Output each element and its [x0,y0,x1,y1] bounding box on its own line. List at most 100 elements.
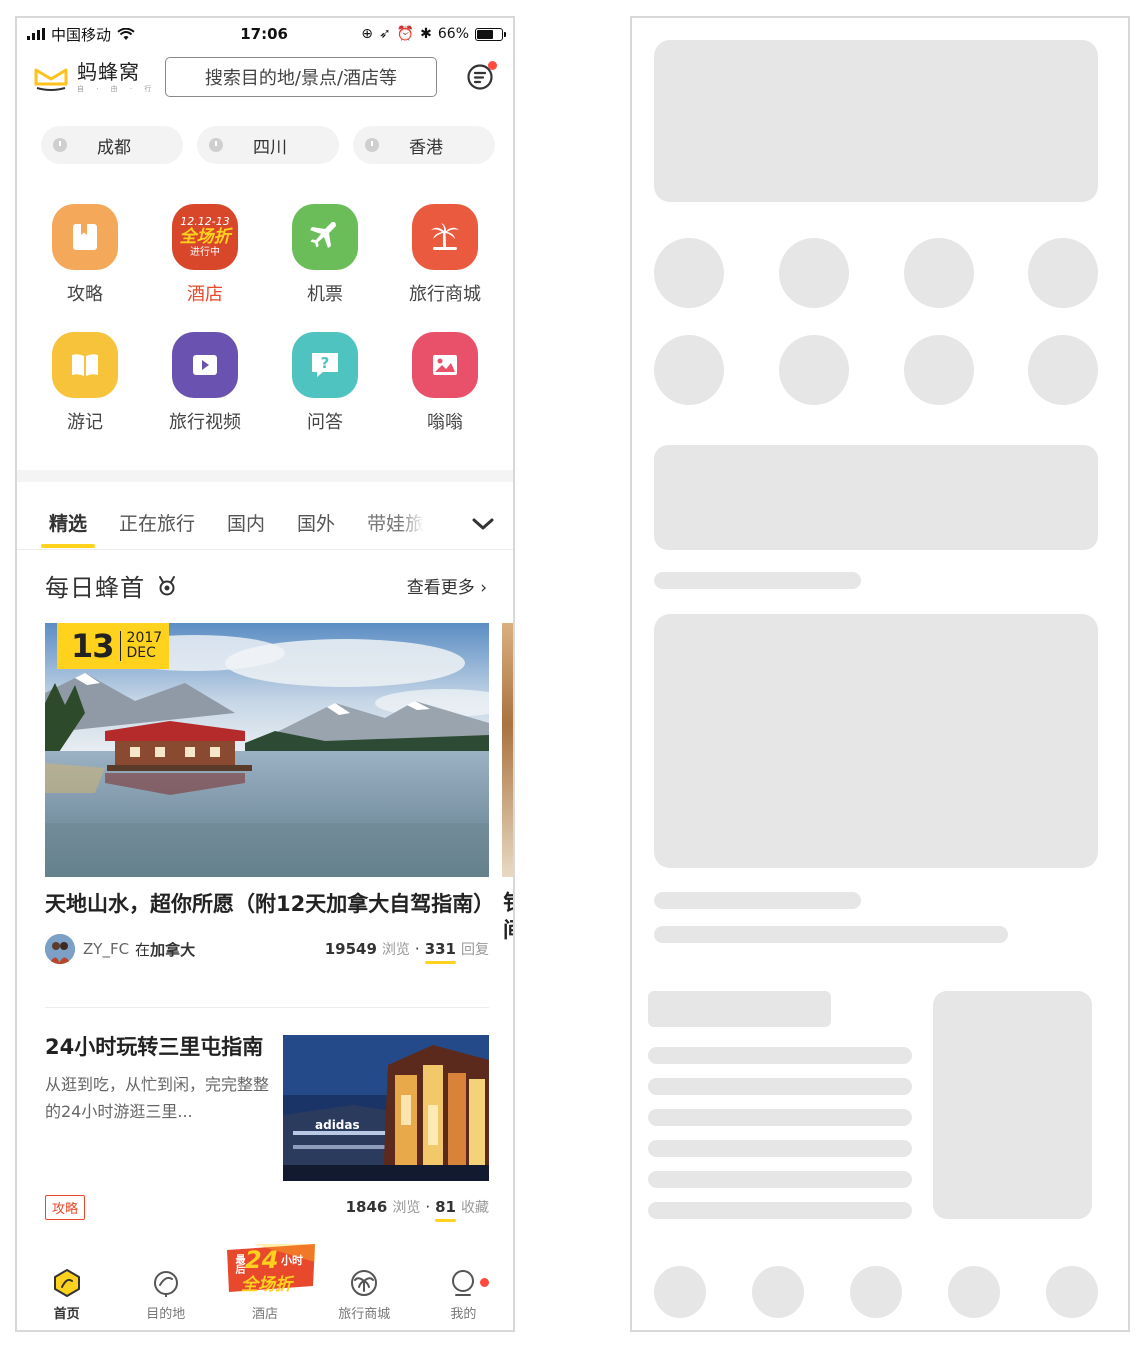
section-divider [17,470,513,482]
divider [45,1007,489,1008]
avatar[interactable] [45,934,75,964]
view-count: 19549 [324,940,377,958]
brand-logo[interactable]: 蚂蜂窝 自 · 由 · 行 [33,62,165,93]
skeleton-circle [904,335,974,405]
search-input[interactable]: 搜索目的地/景点/酒店等 [165,57,437,97]
message-button[interactable] [465,61,497,93]
history-chip-label: 成都 [97,137,131,158]
skeleton-line [648,1109,912,1126]
battery-fill [477,29,493,39]
hotel-badge-status: 进行中 [190,247,220,258]
category-tag[interactable]: 攻略 [45,1195,86,1220]
chevron-down-icon [472,518,494,530]
skeleton-circle [654,1266,706,1318]
history-chip[interactable]: 成都 [41,126,183,164]
tab-home[interactable]: 首页 [17,1254,116,1330]
location-arrow-icon: ➶ [378,26,391,42]
tab-mall[interactable]: 旅行商城 [315,1254,414,1330]
skeleton-circle [1028,335,1098,405]
article-stats: 1846 浏览 · 81 收藏 [346,1197,489,1222]
favorite-count: 81 [435,1198,456,1222]
skeleton-line [654,892,861,909]
skeleton-circle [654,335,724,405]
logo-subtext: 自 · 由 · 行 [77,84,157,93]
tab-domestic[interactable]: 国内 [227,509,265,536]
status-bar: 中国移动 17:06 ⊕ ➶ ⏰ ✱ 66% [17,18,513,50]
tab-featured[interactable]: 精选 [40,509,96,548]
skeleton-circle [948,1266,1000,1318]
author-name[interactable]: ZY_FC [83,940,129,958]
photo-icon [412,332,478,398]
tab-label: 目的地 [146,1307,186,1322]
hotel-promo-badge[interactable]: 最后 24 小时 全场折 [223,1242,319,1300]
article-card[interactable]: 24小时玩转三里屯指南 从逛到吃，从忙到闲，完完整整的24小时游逛三里... a… [45,1033,489,1222]
skeleton-block [654,445,1098,550]
svg-text:?: ? [321,354,330,372]
skeleton-line [648,1078,912,1095]
wifi-icon [117,27,135,40]
svg-text:adidas: adidas [315,1118,360,1132]
skeleton-circle [850,1266,902,1318]
history-chip-label: 香港 [409,137,443,158]
grid-item-label: 嗡嗡 [427,412,463,433]
palm-tree-icon [351,1270,378,1296]
location-prefix: 在 [135,940,151,959]
tabs-expand-button[interactable] [469,510,497,538]
see-more-link[interactable]: 查看更多 › [407,573,487,598]
grid-item-travelogue[interactable]: 游记 [25,332,145,434]
grid-item-mall[interactable]: 旅行商城 [385,204,505,306]
skeleton-line [648,991,831,1027]
tab-family-travel[interactable]: 带娃旅 [367,509,424,536]
feed-tabs: 精选 正在旅行 国内 国外 带娃旅 [17,496,513,550]
clock-time: 17:06 [240,25,288,43]
date-month: DEC [126,645,156,661]
grid-item-qa[interactable]: ? 问答 [265,332,385,434]
tab-destination[interactable]: 目的地 [116,1254,215,1330]
clock-icon [53,138,67,152]
favorite-unit: 收藏 [461,1200,489,1216]
grid-item-video[interactable]: 旅行视频 [145,332,265,434]
battery-icon [475,27,506,41]
history-chip[interactable]: 四川 [197,126,339,164]
chevron-right-icon: › [480,578,487,598]
tab-profile[interactable]: 我的 [414,1254,513,1330]
view-unit: 浏览 [381,942,410,958]
article-description: 从逛到吃，从忙到闲，完完整整的24小时游逛三里... [45,1075,270,1121]
article-title: 24小时玩转三里屯指南 [45,1035,264,1059]
daily-pick-header: 每日蜂首 查看更多 › [45,568,487,603]
plane-icon [292,204,358,270]
sanlitun-photo: adidas [283,1035,489,1181]
history-chip[interactable]: 香港 [353,126,495,164]
tab-traveling-now[interactable]: 正在旅行 [119,509,195,536]
question-icon: ? [292,332,358,398]
skeleton-block [933,991,1092,1219]
lake-photo: 13 2017 DEC [45,623,489,877]
next-card-title-peek: 钅 间 [503,890,513,944]
book-icon [52,332,118,398]
skeleton-circle [752,1266,804,1318]
tab-label: 旅行商城 [338,1307,391,1322]
grid-item-buzz[interactable]: 嗡嗡 [385,332,505,434]
bluetooth-icon: ✱ [420,26,432,42]
tab-overseas[interactable]: 国外 [297,509,335,536]
carrier-label: 中国移动 [51,25,112,44]
lock-rotation-icon: ⊕ [361,26,373,42]
home-icon [53,1269,80,1297]
search-history: 成都 四川 香港 [41,126,495,164]
grid-item-guide[interactable]: 攻略 [25,204,145,306]
promo-text: 全场折 [241,1275,292,1295]
logo-text: 蚂蜂窝 [77,59,140,84]
hotel-badge-text: 全场折 [179,227,231,247]
grid-item-hotel[interactable]: 12.12-13 全场折 进行中 酒店 [145,204,265,306]
destination-icon [153,1271,178,1297]
skeleton-circle [779,238,849,308]
featured-article-card[interactable]: 13 2017 DEC 天地山水，超你所愿（附12天加拿大自驾指南） ZY_FC … [45,623,494,964]
grid-item-label: 游记 [67,412,103,433]
bottom-tab-bar: 首页 目的地 酒店 旅行商城 我的 最后 24 小时 全场折 [17,1244,513,1330]
grid-item-flights[interactable]: 机票 [265,204,385,306]
skeleton-loading-screen [630,16,1130,1332]
next-card-peek[interactable] [502,623,513,877]
mafengwo-logo-icon [34,68,68,91]
history-chip-label: 四川 [253,137,287,158]
clock-icon [209,138,223,152]
